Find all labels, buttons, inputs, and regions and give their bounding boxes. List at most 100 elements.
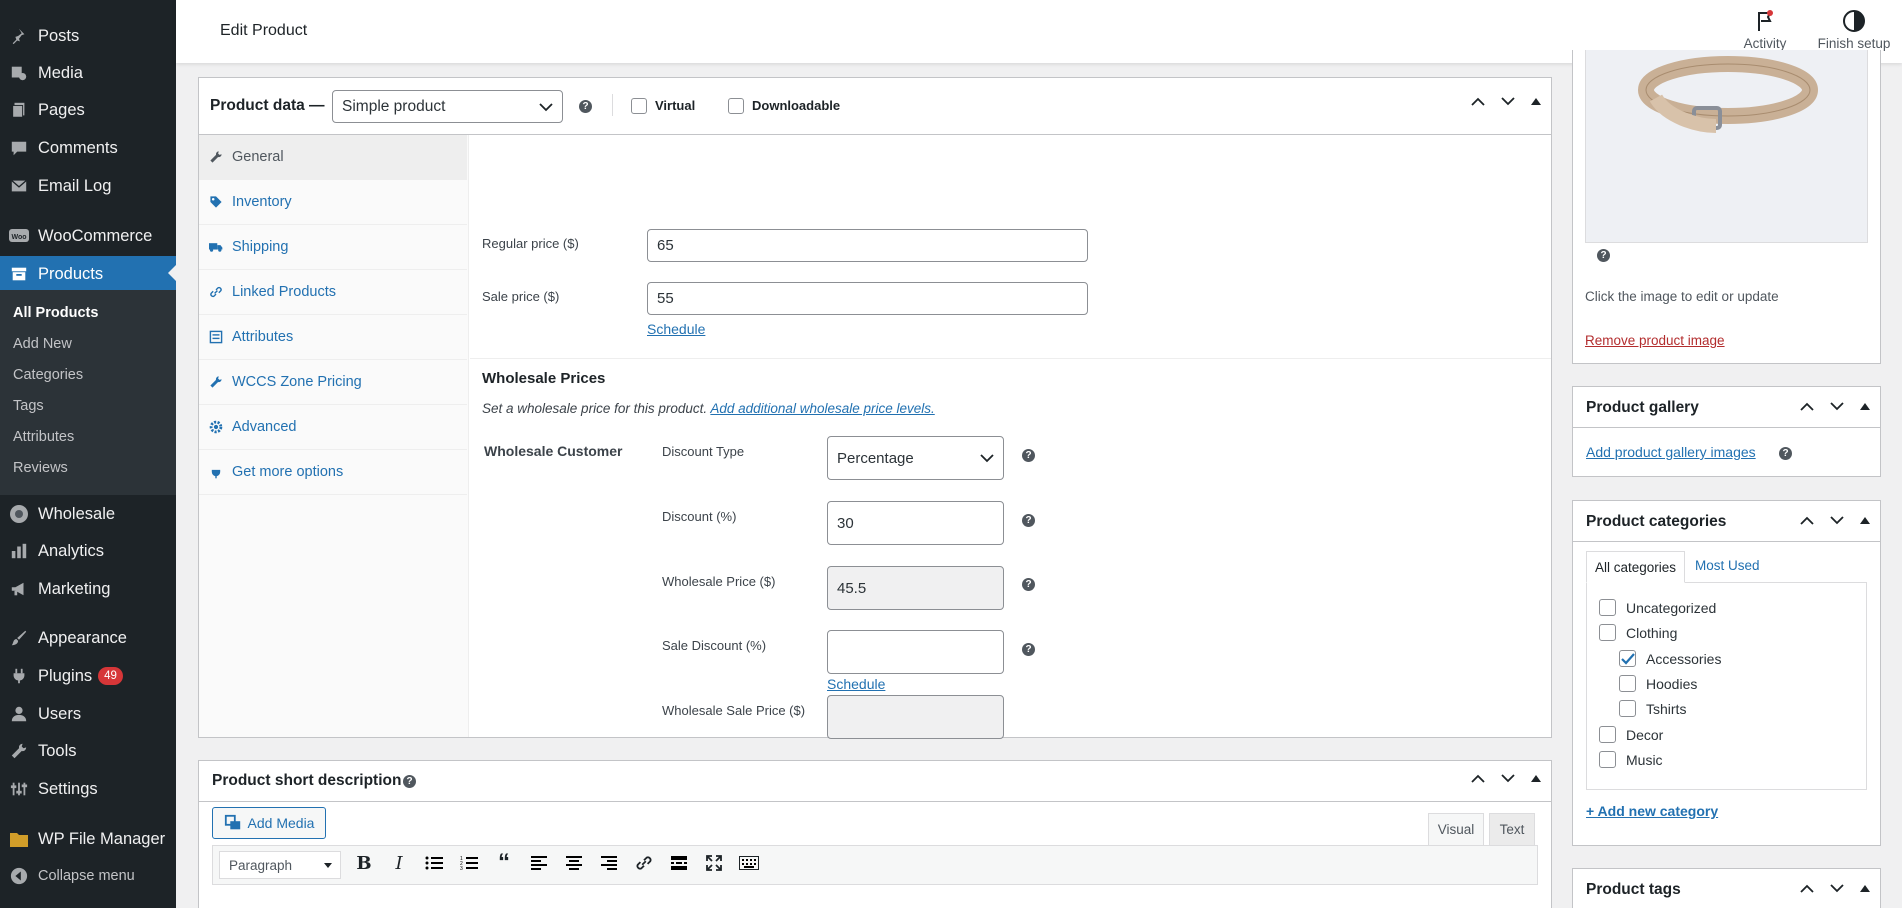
move-up-icon[interactable] bbox=[1800, 884, 1814, 893]
tab-all-categories[interactable]: All categories bbox=[1586, 551, 1685, 583]
category-item[interactable]: Tshirts bbox=[1619, 700, 1686, 717]
move-up-icon[interactable] bbox=[1800, 516, 1814, 525]
downloadable-checkbox[interactable] bbox=[728, 98, 744, 114]
submenu-tags[interactable]: Tags bbox=[13, 398, 44, 414]
category-checkbox[interactable] bbox=[1619, 675, 1636, 692]
schedule-wholesale-link[interactable]: Schedule bbox=[827, 676, 885, 692]
read-more-icon[interactable] bbox=[662, 846, 696, 880]
menu-posts[interactable]: Posts bbox=[0, 19, 176, 53]
numbered-list-icon[interactable]: 123 bbox=[452, 846, 486, 880]
menu-appearance[interactable]: Appearance bbox=[0, 621, 176, 655]
move-down-icon[interactable] bbox=[1830, 402, 1844, 411]
move-up-icon[interactable] bbox=[1800, 402, 1814, 411]
move-down-icon[interactable] bbox=[1501, 97, 1515, 106]
tab-inventory[interactable]: Inventory bbox=[199, 180, 467, 225]
toggle-panel-icon[interactable] bbox=[1860, 885, 1870, 892]
virtual-checkbox[interactable] bbox=[631, 98, 647, 114]
sale-price-input[interactable]: 55 bbox=[647, 282, 1088, 315]
tab-linked-products[interactable]: Linked Products bbox=[199, 270, 467, 315]
italic-icon[interactable]: I bbox=[382, 846, 416, 880]
category-item[interactable]: Accessories bbox=[1619, 650, 1721, 667]
wholesale-sale-price-input[interactable] bbox=[827, 695, 1004, 739]
move-down-icon[interactable] bbox=[1830, 884, 1844, 893]
category-checkbox[interactable] bbox=[1599, 751, 1616, 768]
menu-tools[interactable]: Tools bbox=[0, 734, 176, 768]
sale-discount-input[interactable] bbox=[827, 630, 1004, 674]
keyboard-icon[interactable] bbox=[732, 846, 766, 880]
category-item[interactable]: Hoodies bbox=[1619, 675, 1697, 692]
menu-wp-file-manager[interactable]: WP File Manager bbox=[0, 822, 176, 856]
schedule-sale-link[interactable]: Schedule bbox=[647, 321, 705, 337]
product-type-select[interactable]: Simple product bbox=[332, 90, 563, 123]
category-checkbox[interactable] bbox=[1599, 599, 1616, 616]
move-down-icon[interactable] bbox=[1830, 516, 1844, 525]
submenu-add-new[interactable]: Add New bbox=[13, 336, 72, 352]
add-new-category-link[interactable]: + Add new category bbox=[1586, 803, 1718, 819]
menu-products[interactable]: Products bbox=[0, 256, 176, 292]
menu-analytics[interactable]: Analytics bbox=[0, 534, 176, 568]
bold-icon[interactable]: B bbox=[347, 846, 381, 880]
menu-settings[interactable]: Settings bbox=[0, 772, 176, 806]
menu-pages[interactable]: Pages bbox=[0, 93, 176, 127]
plug-icon bbox=[209, 465, 223, 479]
move-up-icon[interactable] bbox=[1471, 97, 1485, 106]
toggle-panel-icon[interactable] bbox=[1531, 775, 1541, 782]
align-right-icon[interactable] bbox=[592, 846, 626, 880]
menu-users[interactable]: Users bbox=[0, 697, 176, 731]
toggle-panel-icon[interactable] bbox=[1860, 517, 1870, 524]
tab-general[interactable]: General bbox=[199, 135, 467, 180]
tab-advanced[interactable]: Advanced bbox=[199, 405, 467, 450]
menu-media[interactable]: Media bbox=[0, 56, 176, 90]
submenu-categories[interactable]: Categories bbox=[13, 367, 83, 383]
move-down-icon[interactable] bbox=[1501, 774, 1515, 783]
submenu-all-products[interactable]: All Products bbox=[13, 305, 98, 321]
toggle-panel-icon[interactable] bbox=[1860, 403, 1870, 410]
regular-price-input[interactable]: 65 bbox=[647, 229, 1088, 262]
format-select[interactable]: Paragraph bbox=[219, 851, 341, 879]
visual-tab[interactable]: Visual bbox=[1428, 813, 1484, 845]
category-item[interactable]: Decor bbox=[1599, 726, 1663, 743]
add-gallery-images-link[interactable]: Add product gallery images bbox=[1586, 444, 1756, 460]
tab-shipping[interactable]: Shipping bbox=[199, 225, 467, 270]
add-media-button[interactable]: Add Media bbox=[212, 807, 326, 839]
activity-button[interactable]: Activity bbox=[1723, 6, 1807, 51]
add-wholesale-levels-link[interactable]: Add additional wholesale price levels. bbox=[710, 401, 934, 416]
tab-wccs-zone-pricing[interactable]: WCCS Zone Pricing bbox=[199, 360, 467, 405]
move-up-icon[interactable] bbox=[1471, 774, 1485, 783]
category-item[interactable]: Music bbox=[1599, 751, 1663, 768]
category-checkbox[interactable] bbox=[1599, 726, 1616, 743]
category-checkbox-checked[interactable] bbox=[1619, 650, 1636, 667]
submenu-attributes[interactable]: Attributes bbox=[13, 429, 74, 445]
menu-wholesale[interactable]: Wholesale bbox=[0, 497, 176, 531]
align-left-icon[interactable] bbox=[522, 846, 556, 880]
menu-marketing[interactable]: Marketing bbox=[0, 572, 176, 606]
menu-email-log[interactable]: Email Log bbox=[0, 169, 176, 203]
menu-woocommerce[interactable]: Woo WooCommerce bbox=[0, 219, 176, 253]
category-checkbox[interactable] bbox=[1619, 700, 1636, 717]
tab-attributes[interactable]: Attributes bbox=[199, 315, 467, 360]
menu-label: WP File Manager bbox=[38, 829, 166, 848]
wholesale-price-input[interactable]: 45.5 bbox=[827, 566, 1004, 610]
discount-input[interactable]: 30 bbox=[827, 501, 1004, 545]
menu-plugins[interactable]: Plugins 49 bbox=[0, 659, 176, 693]
link-icon[interactable] bbox=[627, 846, 661, 880]
blockquote-icon[interactable]: “ bbox=[487, 846, 521, 880]
tab-get-more-options[interactable]: Get more options bbox=[199, 450, 467, 495]
category-item[interactable]: Clothing bbox=[1599, 624, 1677, 641]
align-center-icon[interactable] bbox=[557, 846, 591, 880]
remove-image-link[interactable]: Remove product image bbox=[1585, 333, 1725, 348]
menu-comments[interactable]: Comments bbox=[0, 131, 176, 165]
discount-type-select[interactable]: Percentage bbox=[827, 436, 1004, 480]
submenu-reviews[interactable]: Reviews bbox=[13, 460, 68, 476]
fullscreen-icon[interactable] bbox=[697, 846, 731, 880]
bullet-list-icon[interactable] bbox=[417, 846, 451, 880]
text-tab[interactable]: Text bbox=[1489, 813, 1535, 845]
category-checkbox[interactable] bbox=[1599, 624, 1616, 641]
toggle-panel-icon[interactable] bbox=[1531, 98, 1541, 105]
product-image[interactable] bbox=[1585, 50, 1868, 243]
tags-title: Product tags bbox=[1586, 881, 1681, 898]
tab-most-used[interactable]: Most Used bbox=[1695, 558, 1760, 573]
menu-collapse[interactable]: Collapse menu bbox=[0, 859, 176, 893]
category-item[interactable]: Uncategorized bbox=[1599, 599, 1716, 616]
finish-setup-button[interactable]: Finish setup bbox=[1812, 6, 1896, 51]
